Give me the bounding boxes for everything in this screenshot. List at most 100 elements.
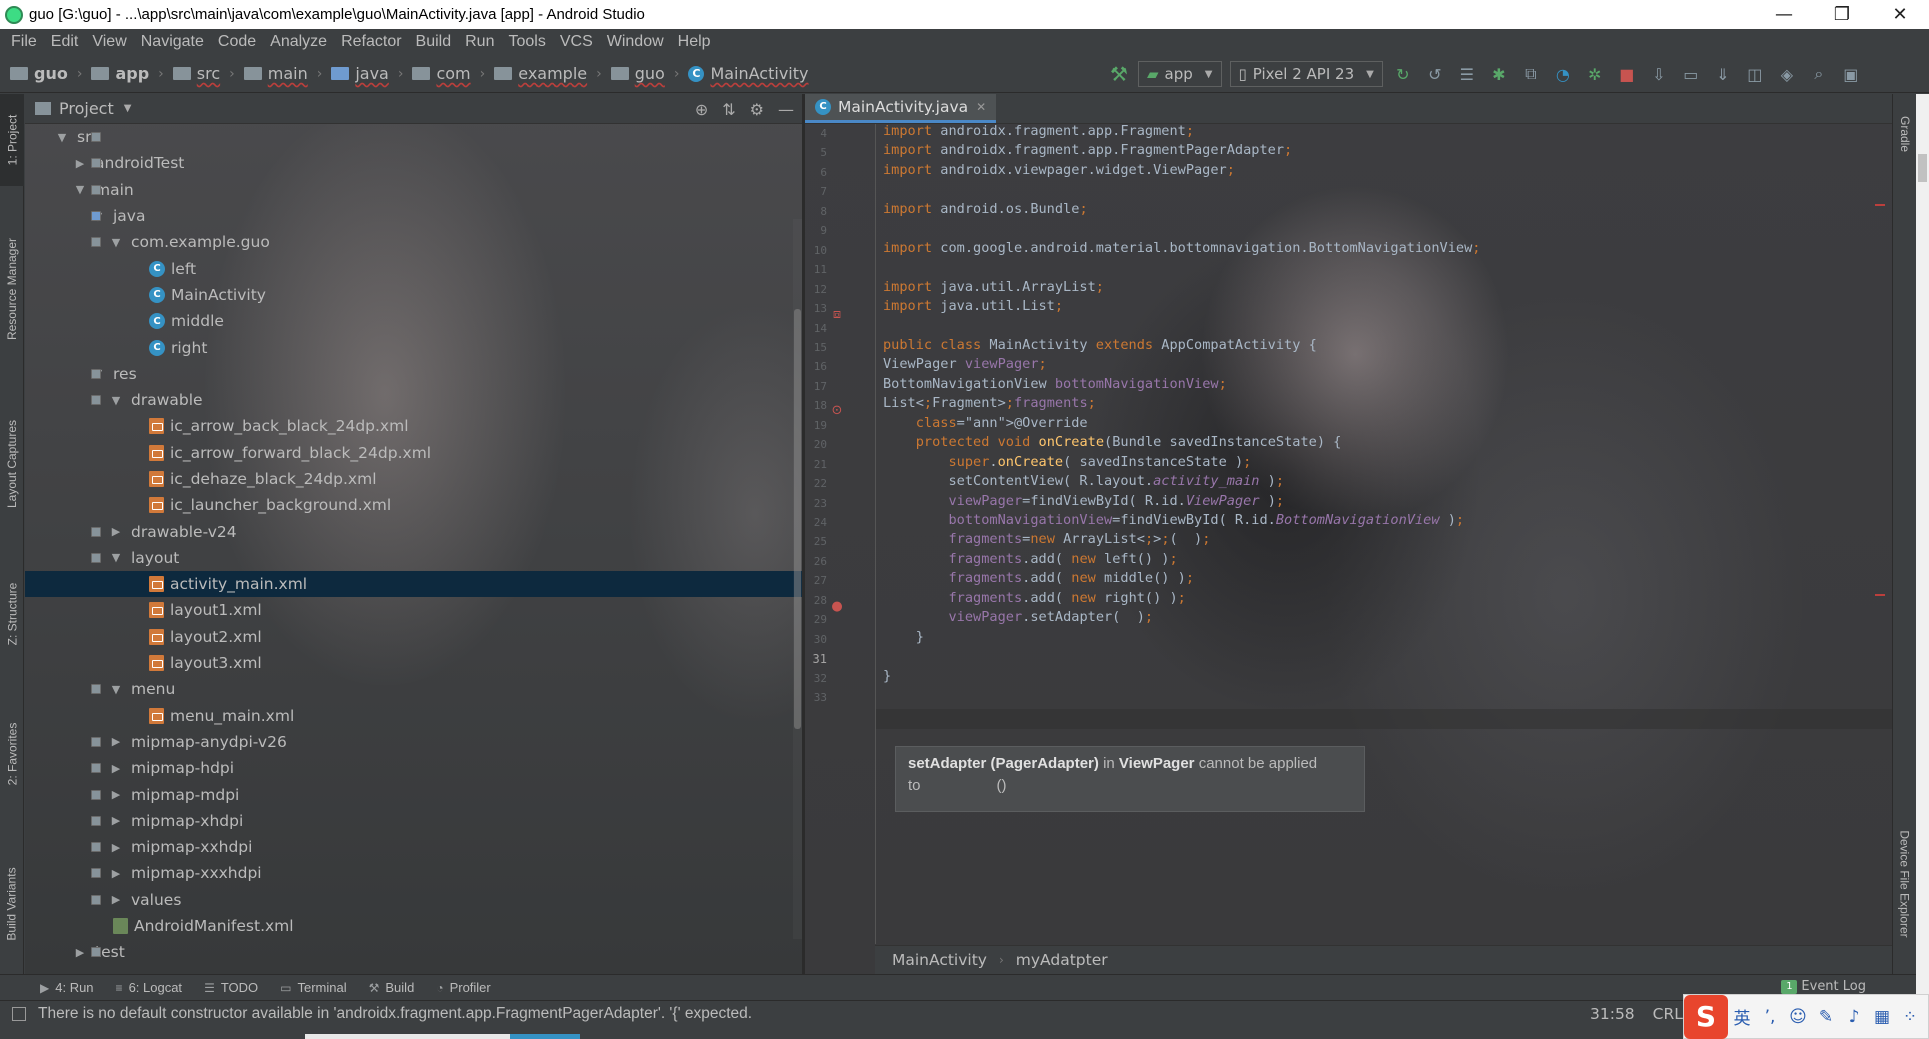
menu-edit[interactable]: Edit (44, 33, 86, 51)
code-line[interactable]: viewPager=findViewById( R.id.ViewPager )… (883, 493, 1284, 513)
tree-item[interactable]: ▶ test (25, 939, 802, 965)
tree-item[interactable]: Cleft (25, 255, 802, 281)
keyboard-icon[interactable]: ▦ (1868, 1007, 1896, 1027)
tool-tab-run[interactable]: ▶ 4: Run (40, 980, 94, 995)
sync-project-icon[interactable]: ⇩ (1647, 62, 1671, 86)
tree-item[interactable]: layout2.xml (25, 624, 802, 650)
tree-item[interactable]: ic_arrow_forward_black_24dp.xml (25, 440, 802, 466)
tree-item[interactable]: layout3.xml (25, 650, 802, 676)
collapsed-arrow-icon[interactable]: ▶ (73, 157, 87, 170)
minimize-button[interactable]: — (1755, 0, 1813, 29)
tree-item[interactable]: ic_launcher_background.xml (25, 492, 802, 518)
gear-icon[interactable]: ⚙ (750, 100, 764, 119)
tool-tab-device-file-explorer[interactable]: Device File Explorer (1893, 794, 1917, 974)
hide-icon[interactable]: — (778, 100, 794, 119)
code-line[interactable]: import java.util.ArrayList; (883, 279, 1104, 299)
collapsed-arrow-icon[interactable]: ▶ (109, 525, 123, 538)
tool-tab-project[interactable]: 1: Project (0, 94, 24, 186)
collapsed-arrow-icon[interactable]: ▶ (109, 788, 123, 801)
tree-item[interactable]: ic_dehaze_black_24dp.xml (25, 466, 802, 492)
breadcrumb-example[interactable]: example › (494, 64, 610, 83)
attach-debugger-icon[interactable]: ⧉ (1519, 62, 1543, 86)
error-stripe-mark[interactable] (1875, 594, 1885, 596)
breadcrumb-com[interactable]: com › (412, 64, 494, 83)
window-scrollbar[interactable] (1916, 94, 1929, 994)
tree-item[interactable]: Cmiddle (25, 308, 802, 334)
tree-item[interactable]: ▶ mipmap-mdpi (25, 781, 802, 807)
tree-item[interactable]: ▼res (25, 361, 802, 387)
code-line[interactable]: ViewPager viewPager; (883, 356, 1047, 376)
collapsed-arrow-icon[interactable]: ▶ (109, 893, 123, 906)
stop-icon[interactable]: ■ (1615, 62, 1639, 86)
toggle-tool-windows-icon[interactable] (12, 1007, 26, 1021)
tool-tab-terminal[interactable]: ▭ Terminal (280, 980, 346, 995)
tool-tab-build[interactable]: ⚒ Build (369, 980, 415, 995)
tool-tab-resource-manager[interactable]: Resource Manager (0, 214, 24, 364)
user-icon[interactable]: ▣ (1839, 62, 1863, 86)
tree-item[interactable]: ▼ layout (25, 545, 802, 571)
breadcrumb-main[interactable]: main › (243, 64, 332, 83)
tree-item[interactable]: ▼ drawable (25, 387, 802, 413)
code-line[interactable]: bottomNavigationView=findViewById( R.id.… (883, 512, 1464, 532)
tab-mainactivity-java[interactable]: C MainActivity.java ✕ (805, 94, 997, 123)
menu-tools[interactable]: Tools (501, 33, 552, 51)
tree-item[interactable]: ▶ androidTest (25, 150, 802, 176)
code-line[interactable]: import androidx.fragment.app.Fragment; (883, 123, 1194, 143)
tool-tab-layout-captures[interactable]: Layout Captures (0, 394, 24, 534)
emoji-icon[interactable]: ☺ (1784, 1007, 1812, 1027)
expanded-arrow-icon[interactable]: ▼ (109, 236, 123, 249)
apply-changes-icon[interactable]: ↺ (1423, 62, 1447, 86)
project-scrollbar[interactable] (793, 219, 802, 939)
code-line[interactable]: import androidx.fragment.app.FragmentPag… (883, 142, 1292, 162)
menu-analyze[interactable]: Analyze (263, 33, 334, 51)
code-line[interactable]: viewPager.setAdapter( ); (883, 609, 1153, 629)
maximize-button[interactable]: ❐ (1813, 0, 1871, 29)
tool-tab-build-variants[interactable]: Build Variants (0, 844, 24, 964)
collapsed-arrow-icon[interactable]: ▶ (73, 946, 87, 959)
run-config-select[interactable]: ▰ app ▼ (1138, 61, 1222, 87)
menu-code[interactable]: Code (211, 33, 263, 51)
menu-navigate[interactable]: Navigate (134, 33, 211, 51)
collapsed-arrow-icon[interactable]: ▶ (109, 841, 123, 854)
tree-item[interactable]: menu_main.xml (25, 703, 802, 729)
layout-inspector-icon[interactable]: ◫ (1743, 62, 1767, 86)
caret-position[interactable]: 31:58 (1590, 1005, 1635, 1023)
status-message[interactable]: There is no default constructor availabl… (12, 1001, 752, 1027)
breadcrumb-class[interactable]: MainActivity (892, 951, 987, 969)
code-line[interactable]: fragments=new ArrayList<;>;( ); (883, 531, 1210, 551)
debug-icon[interactable]: ✱ (1487, 62, 1511, 86)
breadcrumb-mainactivity[interactable]: C MainActivity (688, 64, 808, 83)
close-button[interactable]: ✕ (1871, 0, 1929, 29)
grid-icon[interactable]: ⁘ (1896, 1007, 1924, 1027)
locate-icon[interactable]: ⊕ (695, 100, 708, 119)
code-line[interactable]: } (883, 629, 924, 649)
tree-item[interactable]: ic_arrow_back_black_24dp.xml (25, 413, 802, 439)
tree-item[interactable]: ▶ mipmap-xxxhdpi (25, 860, 802, 886)
event-log-button[interactable]: 1 Event Log (1781, 979, 1866, 994)
code-line[interactable]: BottomNavigationView bottomNavigationVie… (883, 376, 1227, 396)
avd-manager-icon[interactable]: ▭ (1679, 62, 1703, 86)
code-line[interactable]: fragments.add( new middle() ); (883, 570, 1194, 590)
code-line[interactable]: import java.util.List; (883, 298, 1063, 318)
menu-file[interactable]: File (4, 33, 44, 51)
code-line[interactable]: super.onCreate( savedInstanceState ); (883, 454, 1251, 474)
profile-icon[interactable]: ◔ (1551, 62, 1575, 86)
collapsed-arrow-icon[interactable]: ▶ (109, 814, 123, 827)
expanded-arrow-icon[interactable]: ▼ (109, 394, 123, 407)
menu-refactor[interactable]: Refactor (334, 33, 408, 51)
tool-tab-gradle[interactable]: Gradle (1893, 94, 1917, 174)
project-view-select[interactable]: Project (59, 99, 114, 118)
breadcrumb-src[interactable]: src › (172, 64, 244, 83)
chevron-down-icon[interactable]: ▼ (124, 103, 132, 114)
error-bulb-icon[interactable]: ● (827, 598, 847, 614)
tree-item[interactable]: ▼ com.example.guo (25, 229, 802, 255)
tree-item[interactable]: ▼java (25, 203, 802, 229)
handwriting-icon[interactable]: ✎ (1812, 1007, 1840, 1027)
punctuation-icon[interactable]: ’, (1756, 1007, 1784, 1027)
tree-item[interactable]: ▼ src (25, 124, 802, 150)
tree-item[interactable]: ▶ mipmap-hdpi (25, 755, 802, 781)
tool-tab-favorites[interactable]: 2: Favorites (0, 699, 24, 809)
code-line[interactable]: import android.os.Bundle; (883, 201, 1088, 221)
menu-build[interactable]: Build (409, 33, 459, 51)
breadcrumb-inner-class[interactable]: myAdatpter (1016, 951, 1108, 969)
